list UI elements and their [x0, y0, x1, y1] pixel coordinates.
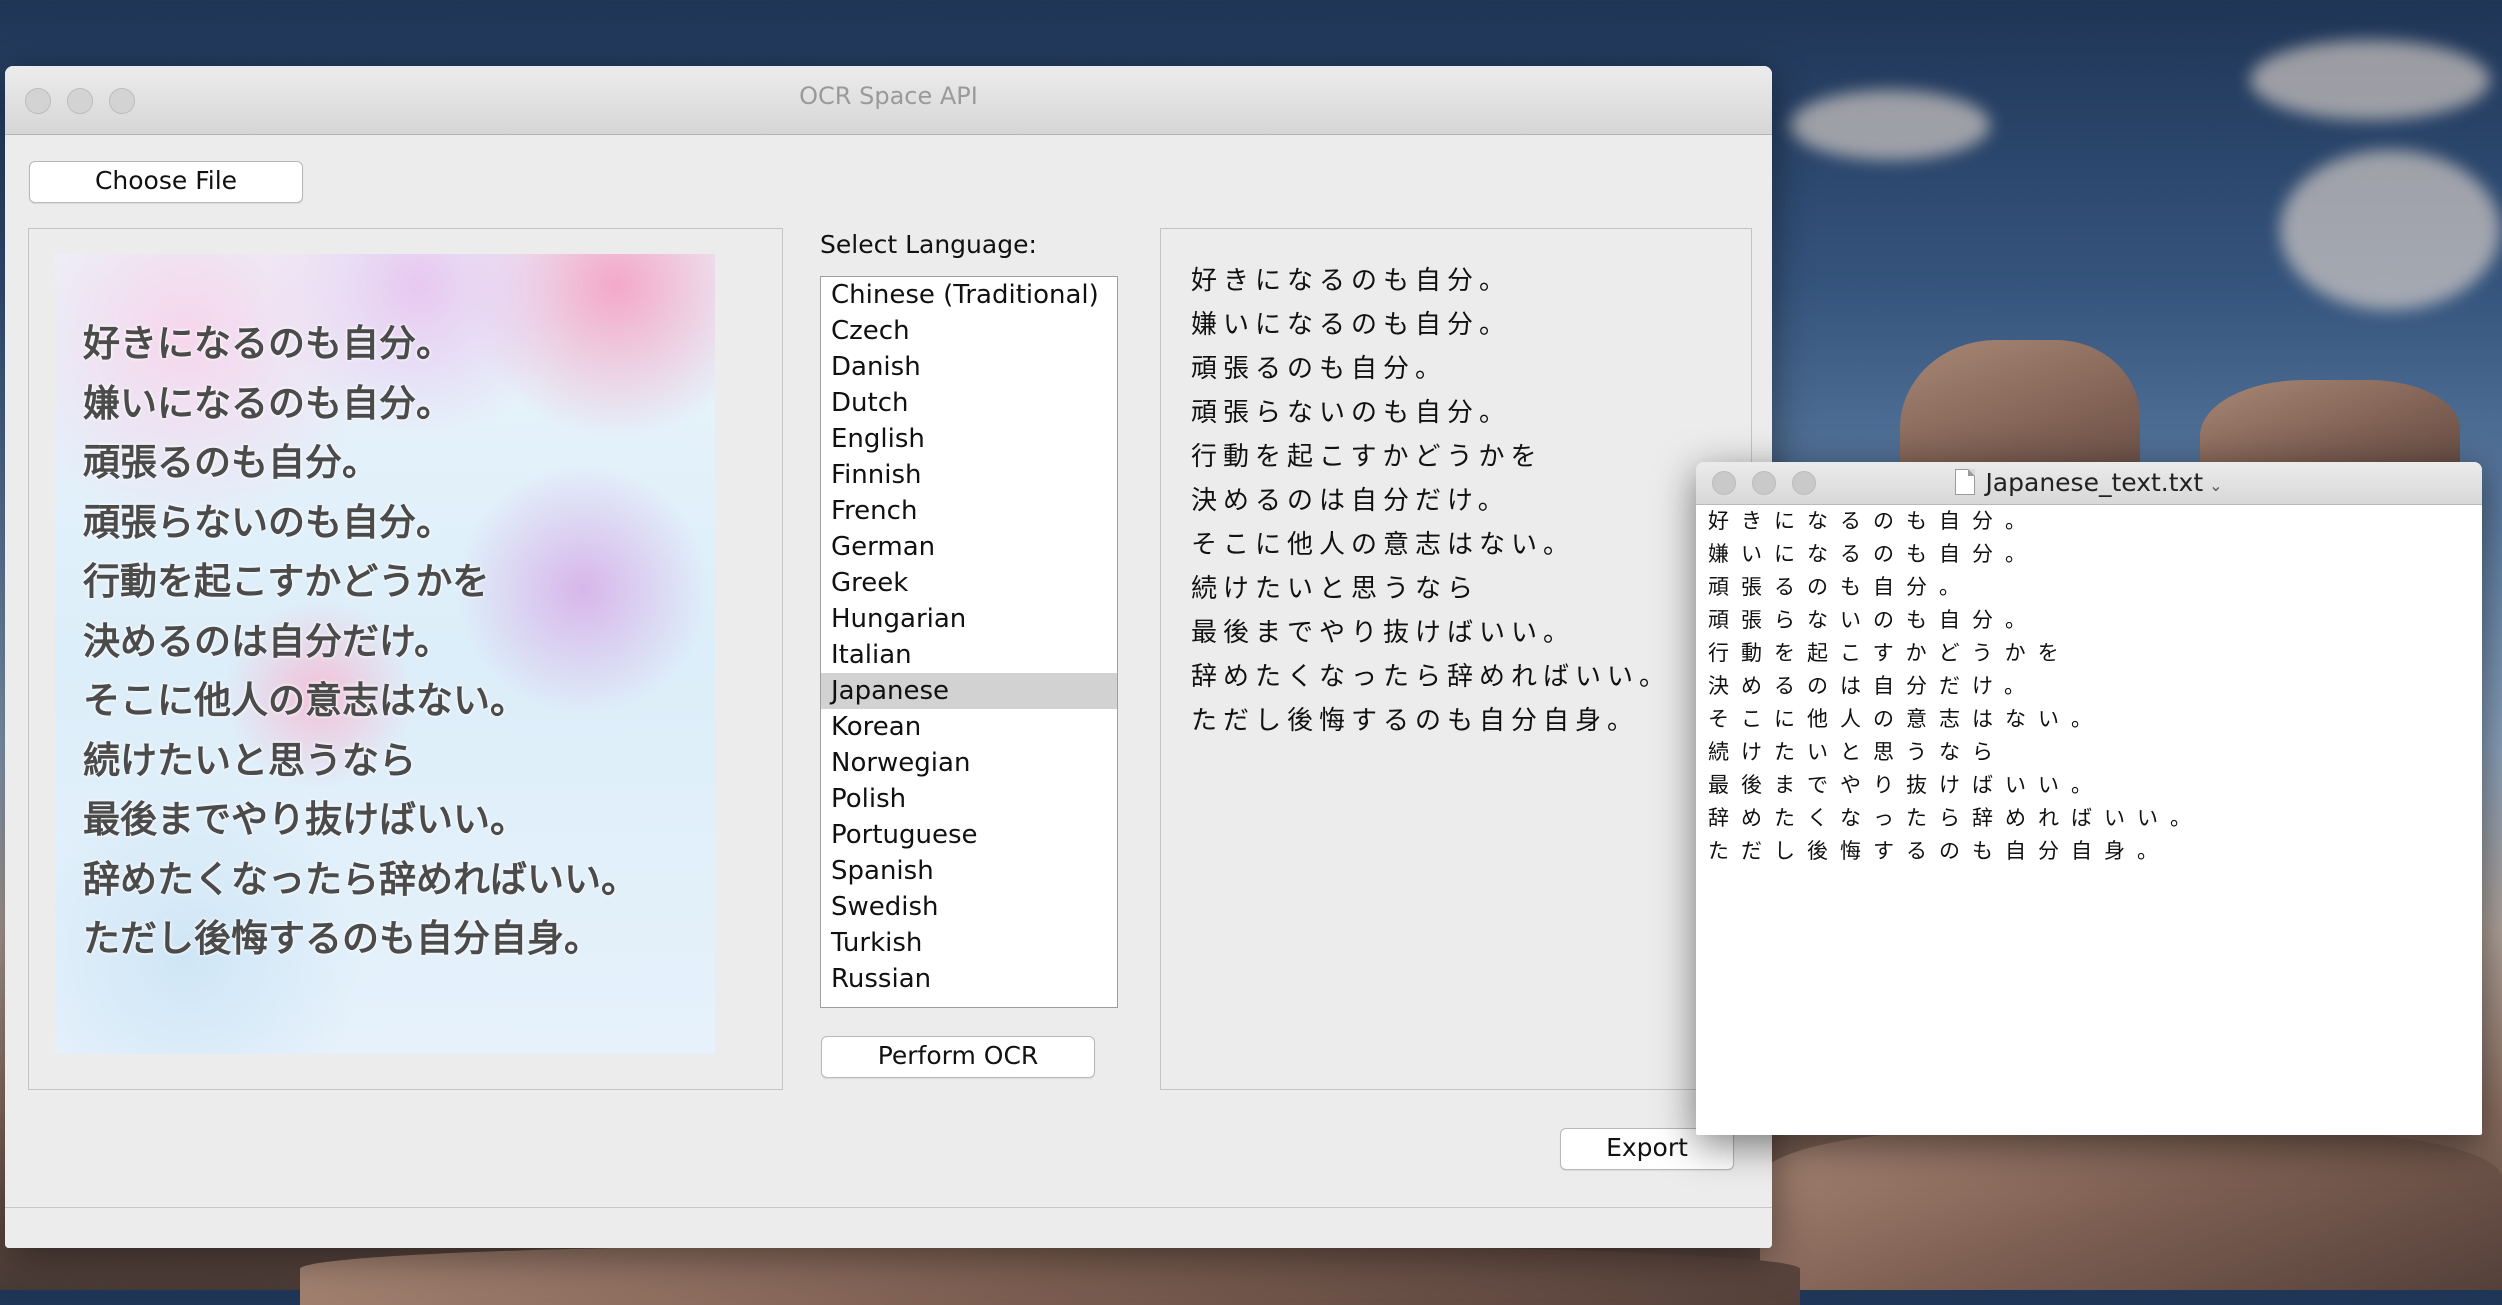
language-option-finnish[interactable]: Finnish [821, 457, 1117, 493]
ocr-result-line: 続けたいと思うなら [1191, 574, 1480, 604]
ocr-app-window: OCR Space API Choose File 好きになるのも自分。 嫌いにな… [5, 66, 1772, 1248]
editor-title[interactable]: Japanese_text.txt ⌄ [1696, 462, 2482, 507]
language-list[interactable]: Chinese (Traditional) Czech Danish Dutch Eng… [820, 276, 1118, 1008]
ocr-result-line: 頑張るのも自分。 [1191, 354, 1448, 384]
language-option-english[interactable]: English [821, 421, 1117, 457]
language-option-greek[interactable]: Greek [821, 565, 1117, 601]
image-text-line: 嫌いになるのも自分。 [83, 381, 453, 425]
language-option-danish[interactable]: Danish [821, 349, 1117, 385]
language-option-polish[interactable]: Polish [821, 781, 1117, 817]
language-option-turkish[interactable]: Turkish [821, 925, 1117, 961]
cloud [2280, 150, 2500, 310]
preview-image: 好きになるのも自分。 嫌いになるのも自分。 頑張るのも自分。頑張らないのも自分。 行動… [55, 254, 715, 1054]
ocr-result-line: 辞めたくなったら辞めればいい。 [1191, 662, 1672, 692]
ocr-result-text[interactable]: 好きになるのも自分。 嫌いになるのも自分。 頑張るのも自分。頑張らないのも自分。行動… [1191, 259, 1671, 743]
ocr-result-line: そこに他人の意志はない。 [1191, 530, 1576, 560]
language-option-russian[interactable]: Russian [821, 961, 1117, 997]
editor-text-line: 行動を起こすかどうかを [1708, 641, 2071, 665]
editor-text-line: 続けたいと思うなら [1708, 740, 2005, 764]
language-option-hungarian[interactable]: Hungarian [821, 601, 1117, 637]
document-icon [1955, 469, 1976, 495]
editor-text-line: 好きになるのも自分。 [1708, 509, 2038, 533]
editor-text-line: 最後までやり抜けばいい。 [1708, 773, 2104, 797]
editor-title-bar[interactable]: Japanese_text.txt ⌄ [1696, 462, 2482, 505]
language-option-norwegian[interactable]: Norwegian [821, 745, 1117, 781]
perform-ocr-button[interactable]: Perform OCR [821, 1036, 1095, 1078]
text-editor-window: Japanese_text.txt ⌄ 好きになるのも自分。 嫌いになるのも自分。頑… [1696, 462, 2482, 1135]
image-text-line: 頑張るのも自分。 [83, 441, 379, 484]
ocr-result-line: 行動を起こすかどうかを [1191, 442, 1543, 472]
language-option-japanese[interactable]: Japanese [821, 673, 1117, 709]
language-option-chinese-traditional[interactable]: Chinese (Traditional) [821, 277, 1117, 313]
editor-text-line: 嫌いになるのも自分。 [1708, 542, 2038, 566]
language-option-czech[interactable]: Czech [821, 313, 1117, 349]
image-text-line: 続けたいと思うなら [83, 738, 416, 782]
editor-text-line: 辞めたくなったら辞めればいい。 [1708, 806, 2203, 830]
cloud [1790, 90, 1990, 160]
image-text-line: 好きになるのも自分。 [83, 322, 453, 365]
image-text-line: ただし後悔するのも自分自身。 [83, 917, 601, 960]
ocr-result-line: 頑張らないのも自分。 [1191, 398, 1512, 428]
image-preview-panel: 好きになるのも自分。 嫌いになるのも自分。 頑張るのも自分。頑張らないのも自分。 行動… [28, 228, 783, 1090]
editor-text-line: 頑張らないのも自分。 [1708, 608, 2038, 632]
rock [300, 1245, 1800, 1305]
ocr-result-panel: 好きになるのも自分。 嫌いになるのも自分。 頑張るのも自分。頑張らないのも自分。行動… [1160, 228, 1752, 1090]
editor-filename: Japanese_text.txt [1985, 468, 2204, 497]
image-text-line: 行動を起こすかどうかを [83, 560, 490, 603]
chevron-down-icon[interactable]: ⌄ [2209, 476, 2222, 495]
image-text-line: そこに他人の意志はない。 [83, 679, 527, 722]
image-text-line: 辞めたくなったら辞めればいい。 [83, 857, 638, 901]
language-option-portuguese[interactable]: Portuguese [821, 817, 1117, 853]
language-option-spanish[interactable]: Spanish [821, 853, 1117, 889]
image-text-line: 頑張らないのも自分。 [83, 500, 453, 544]
language-option-italian[interactable]: Italian [821, 637, 1117, 673]
ocr-result-line: 嫌いになるのも自分。 [1191, 310, 1512, 340]
editor-text-line: ただし後悔するのも自分自身。 [1708, 839, 2170, 863]
ocr-result-line: 最後までやり抜けばいい。 [1191, 618, 1576, 648]
editor-text-line: 決めるのは自分だけ。 [1708, 674, 2037, 698]
image-text-line: 最後までやり抜けばいい。 [83, 798, 527, 841]
language-option-german[interactable]: German [821, 529, 1117, 565]
status-bar [5, 1207, 1772, 1248]
ocr-result-line: 好きになるのも自分。 [1191, 266, 1512, 296]
ocr-result-line: ただし後悔するのも自分自身。 [1191, 706, 1640, 736]
language-option-french[interactable]: French [821, 493, 1117, 529]
choose-file-button[interactable]: Choose File [29, 161, 303, 203]
language-option-dutch[interactable]: Dutch [821, 385, 1117, 421]
language-option-swedish[interactable]: Swedish [821, 889, 1117, 925]
image-text: 好きになるのも自分。 嫌いになるのも自分。 頑張るのも自分。頑張らないのも自分。 行動… [83, 314, 638, 969]
editor-text-line: 頑張るのも自分。 [1708, 575, 1972, 599]
select-language-label: Select Language: [820, 230, 1037, 259]
title-bar[interactable]: OCR Space API [5, 66, 1772, 135]
editor-text-line: そこに他人の意志はない。 [1708, 707, 2104, 731]
editor-text-area[interactable]: 好きになるのも自分。 嫌いになるのも自分。 頑張るのも自分。頑張らないのも自分。行動… [1696, 505, 2482, 868]
language-option-korean[interactable]: Korean [821, 709, 1117, 745]
ocr-result-line: 決めるのは自分だけ。 [1191, 486, 1510, 516]
window-title: OCR Space API [799, 82, 978, 110]
rock [1760, 1130, 2502, 1290]
cloud [2250, 40, 2490, 120]
image-text-line: 決めるのは自分だけ。 [83, 619, 452, 663]
